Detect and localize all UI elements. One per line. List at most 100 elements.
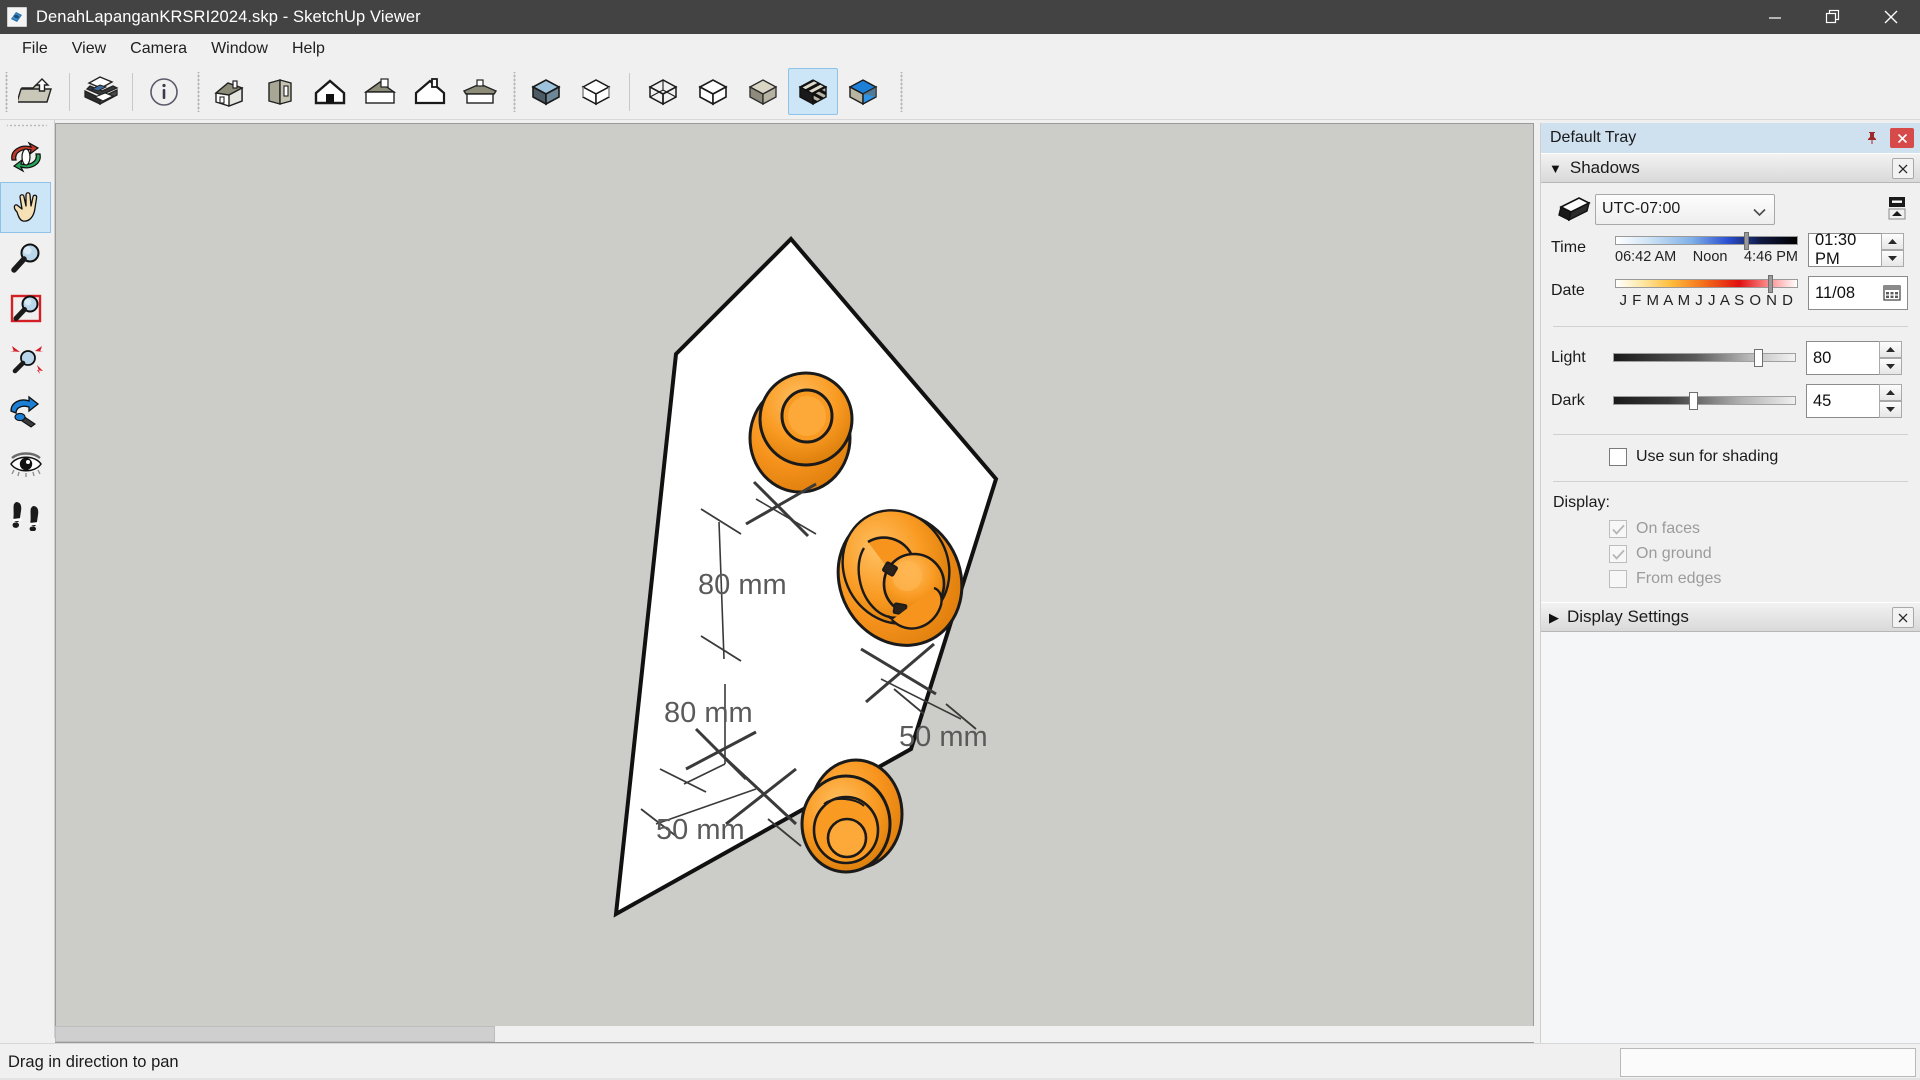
checkbox-from-edges[interactable]	[1609, 570, 1627, 588]
display-settings-close-button[interactable]	[1892, 607, 1914, 628]
dark-slider[interactable]	[1613, 392, 1796, 410]
iso-view-button[interactable]	[205, 68, 255, 115]
back-view-button[interactable]	[255, 68, 305, 115]
date-slider-thumb[interactable]	[1768, 275, 1773, 293]
minimize-button[interactable]	[1746, 0, 1804, 34]
time-slider[interactable]	[1615, 232, 1798, 250]
menu-view[interactable]: View	[60, 37, 118, 61]
date-slider[interactable]	[1615, 275, 1798, 293]
light-slider-thumb[interactable]	[1754, 349, 1763, 367]
light-stepper[interactable]	[1879, 341, 1902, 375]
printer-icon	[81, 75, 121, 109]
collapse-expand-icon[interactable]	[1884, 193, 1910, 225]
toolbar-separator	[132, 72, 133, 111]
use-sun-for-shading-row[interactable]: Use sun for shading	[1609, 448, 1910, 466]
tool-look-around[interactable]	[0, 437, 51, 488]
tool-walk[interactable]	[0, 488, 51, 539]
style-shaded-textures-button[interactable]	[788, 68, 838, 115]
menu-camera[interactable]: Camera	[118, 37, 199, 61]
checkbox-on-faces-row[interactable]: On faces	[1609, 520, 1910, 538]
toolbar-grip[interactable]	[511, 71, 518, 112]
dim-50mm-left: 50 mm	[656, 814, 745, 846]
top-view-button[interactable]	[355, 68, 405, 115]
right-view-button[interactable]	[455, 68, 505, 115]
perspective-button[interactable]	[521, 68, 571, 115]
dark-slider-track	[1613, 396, 1796, 405]
dark-slider-thumb[interactable]	[1689, 392, 1698, 410]
light-stepper-up[interactable]	[1879, 341, 1902, 358]
toolbar-grip[interactable]	[898, 71, 905, 112]
shadows-section-header[interactable]: ▼ Shadows	[1541, 153, 1920, 183]
chevron-down-icon[interactable]: ▼	[1549, 162, 1562, 175]
checkbox-on-faces[interactable]	[1609, 520, 1627, 538]
close-button[interactable]	[1862, 0, 1920, 34]
shadows-close-button[interactable]	[1892, 158, 1914, 179]
tool-previous-view[interactable]	[0, 386, 51, 437]
toolbar-grip[interactable]	[195, 71, 202, 112]
measurement-box[interactable]	[1620, 1048, 1916, 1077]
window-title: DenahLapanganKRSRI2024.skp - SketchUp Vi…	[36, 7, 421, 26]
open-file-button[interactable]	[13, 68, 63, 115]
tool-zoom-window[interactable]	[0, 284, 51, 335]
toolbar-grip[interactable]	[3, 71, 10, 112]
model-viewport[interactable]: 80 mm 80 mm 50 mm 50 mm	[55, 123, 1534, 1043]
light-stepper-down[interactable]	[1879, 358, 1902, 375]
parallel-projection-button[interactable]	[571, 68, 621, 115]
time-stepper[interactable]	[1881, 233, 1904, 267]
tool-orbit[interactable]	[0, 131, 51, 182]
zoom-extents-icon	[7, 343, 45, 379]
dark-stepper[interactable]	[1879, 384, 1902, 418]
time-value-input[interactable]: 01:30 PM	[1808, 231, 1882, 268]
shadows-section-body: UTC-07:00 Time 06:42 AM Noon 4:46 PM 01:…	[1541, 183, 1920, 602]
restore-button[interactable]	[1804, 0, 1862, 34]
checkbox-on-ground-row[interactable]: On ground	[1609, 545, 1910, 563]
chevron-right-icon[interactable]: ▶	[1549, 611, 1559, 624]
display-label: Display:	[1553, 494, 1610, 511]
menu-window[interactable]: Window	[199, 37, 280, 61]
style-shaded-button[interactable]	[738, 68, 788, 115]
light-slider[interactable]	[1613, 349, 1796, 367]
menu-help[interactable]: Help	[280, 37, 337, 61]
tool-zoom[interactable]	[0, 233, 51, 284]
style-hidden-line-button[interactable]	[688, 68, 738, 115]
display-settings-section-header[interactable]: ▶ Display Settings	[1541, 602, 1920, 632]
light-value-input[interactable]: 80	[1806, 341, 1880, 375]
style-xray-button[interactable]	[638, 68, 688, 115]
time-slider-ticks: 06:42 AM Noon 4:46 PM	[1615, 249, 1798, 265]
dark-stepper-up[interactable]	[1879, 384, 1902, 401]
magnifier-zoom-icon	[7, 241, 45, 277]
time-stepper-down[interactable]	[1881, 250, 1904, 267]
checkbox-on-ground-label: On ground	[1636, 545, 1712, 562]
checkbox-from-edges-label: From edges	[1636, 570, 1722, 587]
viewport-hscrollbar[interactable]	[55, 1026, 1534, 1042]
left-toolbar-grip[interactable]	[7, 122, 47, 129]
tool-zoom-extents[interactable]	[0, 335, 51, 386]
pin-icon[interactable]	[1864, 130, 1880, 146]
chevron-down-icon[interactable]	[1753, 204, 1766, 222]
open-folder-icon	[18, 76, 58, 108]
tray-close-button[interactable]	[1890, 128, 1914, 148]
checkbox-from-edges-row[interactable]: From edges	[1609, 570, 1910, 588]
dark-value-input[interactable]: 45	[1806, 384, 1880, 418]
front-view-button[interactable]	[305, 68, 355, 115]
date-value-input[interactable]: 11/08	[1808, 276, 1908, 310]
time-slider-thumb[interactable]	[1744, 232, 1749, 250]
light-label: Light	[1551, 349, 1586, 366]
style-monochrome-button[interactable]	[838, 68, 888, 115]
menu-file[interactable]: File	[10, 37, 60, 61]
timezone-select[interactable]: UTC-07:00	[1595, 193, 1775, 225]
checkbox-on-ground[interactable]	[1609, 545, 1627, 563]
left-view-button[interactable]	[405, 68, 455, 115]
date-label: Date	[1551, 282, 1585, 299]
dark-stepper-down[interactable]	[1879, 401, 1902, 418]
print-button[interactable]	[76, 68, 126, 115]
shadow-toggle-icon[interactable]	[1551, 193, 1595, 225]
model-info-button[interactable]	[139, 68, 189, 115]
calendar-icon[interactable]	[1879, 277, 1905, 309]
time-row: Time 06:42 AM Noon 4:46 PM 01:30 PM	[1551, 231, 1910, 268]
tool-pan[interactable]	[0, 182, 51, 233]
time-stepper-up[interactable]	[1881, 233, 1904, 250]
checkbox-use-sun-for-shading[interactable]	[1609, 448, 1627, 466]
standard-views-group	[205, 68, 505, 115]
hscrollbar-thumb[interactable]	[55, 1026, 495, 1042]
